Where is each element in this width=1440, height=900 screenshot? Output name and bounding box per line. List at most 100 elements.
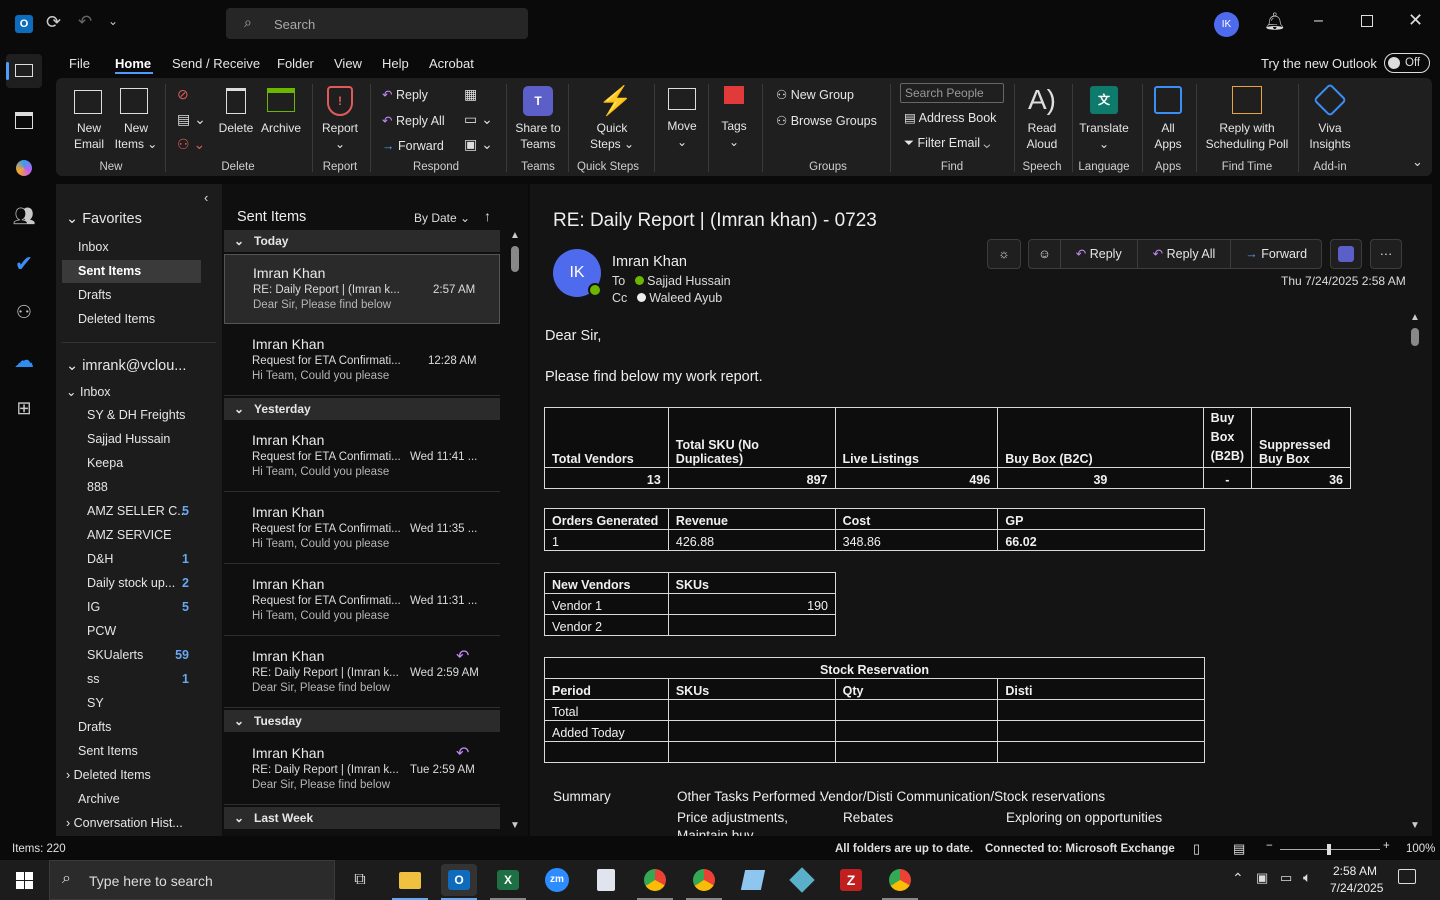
tray-overflow-icon[interactable]: ⌃ xyxy=(1232,870,1244,887)
search-people-input[interactable]: Search People xyxy=(900,83,1004,103)
zoom-out-icon[interactable]: − xyxy=(1266,840,1273,852)
translate-button[interactable]: 文 Translate ⌄ xyxy=(1076,84,1132,154)
sent-items-folder[interactable]: Sent Items xyxy=(78,744,138,758)
list-item[interactable]: Imran Khan Request for ETA Confirmati... W… xyxy=(224,566,500,636)
forward-button[interactable]: → Forward xyxy=(382,139,444,153)
drafts-folder[interactable]: Drafts xyxy=(78,720,111,734)
fav-drafts[interactable]: Drafts xyxy=(78,288,111,302)
report-button[interactable]: ! Report ⌄ xyxy=(320,84,360,154)
sort-by-date-dropdown[interactable]: By Date ⌄ xyxy=(414,211,470,225)
emoji-react-icon[interactable]: ☺ xyxy=(1029,240,1061,268)
collapse-folder-pane-icon[interactable]: ‹ xyxy=(204,190,208,205)
tray-app-icon[interactable]: ▣ xyxy=(1256,870,1268,886)
maximize-button[interactable] xyxy=(1361,15,1373,27)
account-header[interactable]: ⌄ imrank@vclou... xyxy=(66,358,186,374)
conversation-history-folder[interactable]: › Conversation Hist... xyxy=(66,816,183,830)
share-to-teams-button[interactable]: T Share to Teams xyxy=(514,84,562,154)
filter-email-button[interactable]: ⏷ Filter Email ⌄ xyxy=(904,136,990,151)
minimize-button[interactable]: – xyxy=(1314,12,1323,30)
people-icon[interactable]: 👥︎ xyxy=(12,204,36,228)
menu-home[interactable]: Home xyxy=(115,56,151,71)
all-apps-button[interactable]: All Apps xyxy=(1148,84,1188,154)
menu-file[interactable]: File xyxy=(69,56,90,71)
zoom-slider[interactable] xyxy=(1280,844,1380,855)
new-group-button[interactable]: ⚇ New Group xyxy=(776,87,854,102)
close-button[interactable]: ✕ xyxy=(1408,10,1423,31)
sort-direction-icon[interactable]: ↑ xyxy=(484,208,491,224)
inbox-subfolder[interactable]: AMZ SERVICE xyxy=(87,528,172,542)
calculator-icon[interactable] xyxy=(588,864,624,896)
quick-steps-button[interactable]: ⚡ Quick Steps ⌄ xyxy=(586,84,638,154)
group-yesterday[interactable]: ⌄ Yesterday xyxy=(224,398,500,420)
inbox-subfolder[interactable]: SKUalerts xyxy=(87,648,143,662)
to-recipient[interactable]: Sajjad Hussain xyxy=(647,274,730,288)
junk-icon[interactable]: ⚇ ⌄ xyxy=(177,136,205,153)
reply-button[interactable]: ↶ Reply xyxy=(382,87,428,102)
inbox-subfolder[interactable]: Keepa xyxy=(87,456,123,470)
reply-all-button[interactable]: ↶ Reply All xyxy=(382,113,445,128)
copilot-icon[interactable] xyxy=(12,156,36,180)
more-apps-icon[interactable]: ⊞ xyxy=(12,396,36,420)
collapse-ribbon-icon[interactable]: ⌄ xyxy=(1412,154,1423,170)
app-diamond-icon[interactable] xyxy=(784,864,820,896)
browse-groups-button[interactable]: ⚇ Browse Groups xyxy=(776,113,877,128)
inbox-subfolder[interactable]: D&H xyxy=(87,552,113,566)
meeting-icon[interactable]: ▦ xyxy=(464,86,477,103)
reply-all-pill-button[interactable]: ↶ Reply All xyxy=(1138,240,1232,268)
im-icon[interactable]: ▭ ⌄ xyxy=(464,111,493,128)
teams-chat-button[interactable] xyxy=(1330,239,1362,269)
cleanup-icon[interactable]: ▤ ⌄ xyxy=(177,111,206,128)
theme-toggle-button[interactable]: ☼ xyxy=(987,239,1021,269)
notifications-bell-icon[interactable]: 🔔︎ xyxy=(1264,12,1286,32)
inbox-folder[interactable]: ⌄ Inbox xyxy=(66,384,111,399)
reading-view-icon[interactable]: ▤ xyxy=(1233,841,1245,857)
fav-deleted-items[interactable]: Deleted Items xyxy=(78,312,155,326)
clock-time[interactable]: 2:58 AM xyxy=(1333,864,1377,878)
group-last-week[interactable]: ⌄ Last Week xyxy=(224,807,500,829)
volume-icon[interactable]: 🔈︎ xyxy=(1303,869,1311,886)
inbox-subfolder[interactable]: 888 xyxy=(87,480,108,494)
inbox-subfolder[interactable]: Daily stock up... xyxy=(87,576,175,590)
message-list-scrollbar[interactable]: ▲ ▼ xyxy=(508,230,522,836)
ignore-icon[interactable]: ⊘ xyxy=(177,86,189,103)
delete-button[interactable]: Delete xyxy=(216,86,256,146)
fav-sent-items[interactable]: Sent Items xyxy=(78,264,141,278)
reading-pane-scrollbar[interactable]: ▲ ▼ xyxy=(1408,312,1422,834)
reply-pill-button[interactable]: ↶ Reply xyxy=(1061,240,1138,268)
new-items-button[interactable]: New Items ⌄ xyxy=(114,86,158,156)
deleted-items-folder[interactable]: › Deleted Items xyxy=(66,768,151,782)
notification-center-icon[interactable] xyxy=(1398,869,1416,884)
move-button[interactable]: Move ⌄ xyxy=(662,84,702,154)
outlook-taskbar-icon[interactable]: O xyxy=(441,864,477,896)
list-item[interactable]: Imran Khan Request for ETA Confirmati... 1… xyxy=(224,326,500,396)
file-explorer-icon[interactable] xyxy=(392,864,428,896)
excel-icon[interactable]: X xyxy=(490,864,526,896)
calendar-icon[interactable] xyxy=(12,108,36,132)
inbox-subfolder[interactable]: PCW xyxy=(87,624,116,638)
more-respond-icon[interactable]: ▣ ⌄ xyxy=(464,136,493,153)
menu-view[interactable]: View xyxy=(334,56,362,71)
group-tuesday[interactable]: ⌄ Tuesday xyxy=(224,710,500,732)
undo-icon[interactable]: ↶ xyxy=(78,12,92,32)
zoom-level[interactable]: 100% xyxy=(1406,843,1435,855)
forward-pill-button[interactable]: → Forward xyxy=(1231,240,1321,268)
group-today[interactable]: ⌄ Today xyxy=(224,230,500,252)
list-item[interactable]: Imran Khan ↶ RE: Daily Report | (Imran k..… xyxy=(224,735,500,805)
profile-avatar[interactable]: IK xyxy=(1214,12,1239,37)
sync-icon[interactable]: ⟳ xyxy=(46,12,61,33)
fav-inbox[interactable]: Inbox xyxy=(78,240,109,254)
task-view-icon[interactable]: ⧉ xyxy=(342,864,378,896)
chrome-icon[interactable] xyxy=(637,864,673,896)
read-aloud-button[interactable]: A) Read Aloud xyxy=(1020,84,1064,154)
normal-view-icon[interactable]: ▯ xyxy=(1193,841,1200,857)
notepad-icon[interactable] xyxy=(735,864,771,896)
onedrive-icon[interactable]: ☁ xyxy=(12,348,36,372)
chrome-profile-2-icon[interactable] xyxy=(882,864,918,896)
favorites-header[interactable]: ⌄ Favorites xyxy=(66,211,142,227)
clock-date[interactable]: 7/24/2025 xyxy=(1330,881,1383,895)
archive-button[interactable]: Archive xyxy=(259,86,303,146)
new-outlook-toggle[interactable]: Off xyxy=(1384,53,1430,73)
inbox-subfolder[interactable]: AMZ SELLER C... xyxy=(87,504,188,518)
taskbar-search[interactable]: ⌕ Type here to search xyxy=(49,860,335,900)
menu-folder[interactable]: Folder xyxy=(277,56,314,71)
